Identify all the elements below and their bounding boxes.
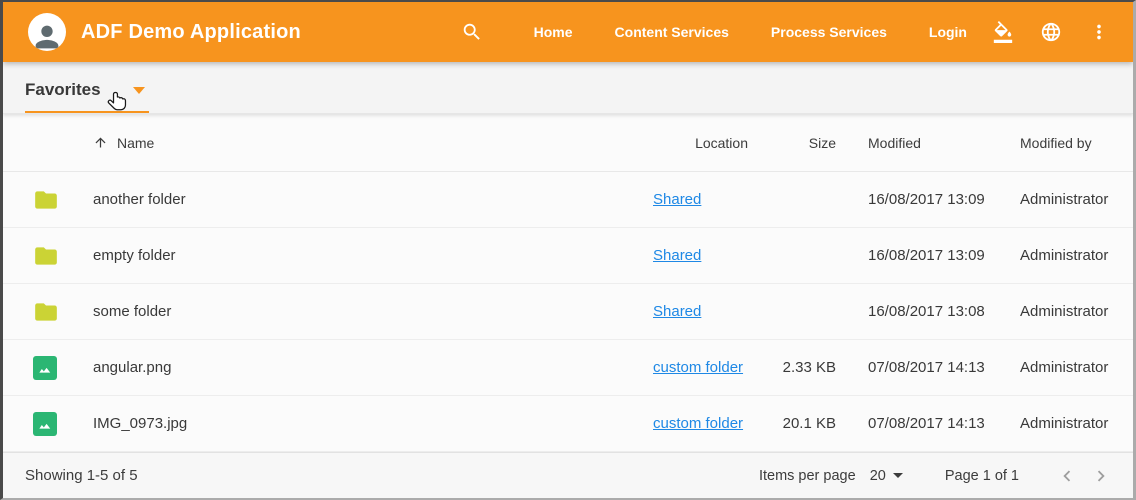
column-header-name-label: Name: [117, 135, 154, 151]
modified-date: 16/08/2017 13:09: [836, 191, 1008, 208]
modified-by: Administrator: [1008, 247, 1133, 264]
folder-icon: [33, 299, 59, 325]
next-page-button[interactable]: [1089, 464, 1113, 488]
modified-date: 07/08/2017 14:13: [836, 359, 1008, 376]
search-icon[interactable]: [460, 20, 484, 44]
file-name[interactable]: angular.png: [93, 359, 653, 376]
items-per-page-value: 20: [870, 468, 886, 484]
table-row[interactable]: some folder Shared 16/08/2017 13:08 Admi…: [3, 284, 1133, 340]
table-row[interactable]: empty folder Shared 16/08/2017 13:09 Adm…: [3, 228, 1133, 284]
table-header-row: Name Location Size Modified Modified by: [3, 114, 1133, 172]
previous-page-button[interactable]: [1055, 464, 1079, 488]
table-row[interactable]: angular.png custom folder 2.33 KB 07/08/…: [3, 340, 1133, 396]
more-vert-icon[interactable]: [1087, 20, 1111, 44]
chevron-down-icon: [133, 87, 145, 94]
items-per-page-label: Items per page: [759, 468, 856, 484]
file-size: 20.1 KB: [748, 415, 836, 432]
location-link[interactable]: Shared: [653, 191, 701, 208]
image-icon: [33, 412, 57, 436]
modified-by: Administrator: [1008, 359, 1133, 376]
chevron-down-icon: [893, 473, 903, 478]
file-name[interactable]: some folder: [93, 303, 653, 320]
pagination-controls: Items per page 20 Page 1 of 1: [759, 464, 1113, 488]
nav-content-services[interactable]: Content Services: [615, 24, 729, 40]
column-header-modified-by[interactable]: Modified by: [1008, 135, 1133, 151]
color-fill-icon[interactable]: [991, 20, 1015, 44]
app-header: ADF Demo Application Home Content Servic…: [3, 2, 1133, 62]
file-name[interactable]: another folder: [93, 191, 653, 208]
tab-favorites[interactable]: Favorites: [25, 80, 149, 113]
top-nav: Home Content Services Process Services L…: [460, 20, 1111, 44]
column-header-location[interactable]: Location: [653, 135, 748, 151]
files-table: Name Location Size Modified Modified by …: [3, 114, 1133, 452]
modified-by: Administrator: [1008, 415, 1133, 432]
location-link[interactable]: Shared: [653, 247, 701, 264]
sort-ascending-icon: [93, 135, 108, 150]
pagination-bar: Showing 1-5 of 5 Items per page 20 Page …: [3, 452, 1133, 498]
modified-date: 07/08/2017 14:13: [836, 415, 1008, 432]
column-header-modified[interactable]: Modified: [836, 135, 1008, 151]
table-body: another folder Shared 16/08/2017 13:09 A…: [3, 172, 1133, 452]
tab-bar: Favorites: [3, 62, 1133, 114]
modified-by: Administrator: [1008, 191, 1133, 208]
file-name[interactable]: empty folder: [93, 247, 653, 264]
location-link[interactable]: custom folder: [653, 415, 743, 432]
page-status: Page 1 of 1: [945, 468, 1019, 484]
app-window: ADF Demo Application Home Content Servic…: [0, 0, 1136, 500]
modified-by: Administrator: [1008, 303, 1133, 320]
file-name[interactable]: IMG_0973.jpg: [93, 415, 653, 432]
items-per-page-select[interactable]: 20: [870, 468, 903, 484]
column-header-name[interactable]: Name: [93, 135, 653, 151]
user-avatar[interactable]: [28, 13, 66, 51]
location-link[interactable]: custom folder: [653, 359, 743, 376]
person-icon: [30, 20, 64, 51]
globe-icon[interactable]: [1039, 20, 1063, 44]
modified-date: 16/08/2017 13:08: [836, 303, 1008, 320]
nav-home[interactable]: Home: [534, 24, 573, 40]
showing-count: Showing 1-5 of 5: [25, 467, 138, 484]
nav-login[interactable]: Login: [929, 24, 967, 40]
location-link[interactable]: Shared: [653, 303, 701, 320]
nav-process-services[interactable]: Process Services: [771, 24, 887, 40]
folder-icon: [33, 243, 59, 269]
table-row[interactable]: another folder Shared 16/08/2017 13:09 A…: [3, 172, 1133, 228]
folder-icon: [33, 187, 59, 213]
app-title: ADF Demo Application: [81, 21, 301, 44]
table-row[interactable]: IMG_0973.jpg custom folder 20.1 KB 07/08…: [3, 396, 1133, 452]
modified-date: 16/08/2017 13:09: [836, 247, 1008, 264]
column-header-size[interactable]: Size: [748, 135, 836, 151]
tab-label: Favorites: [25, 80, 101, 100]
image-icon: [33, 356, 57, 380]
file-size: 2.33 KB: [748, 359, 836, 376]
